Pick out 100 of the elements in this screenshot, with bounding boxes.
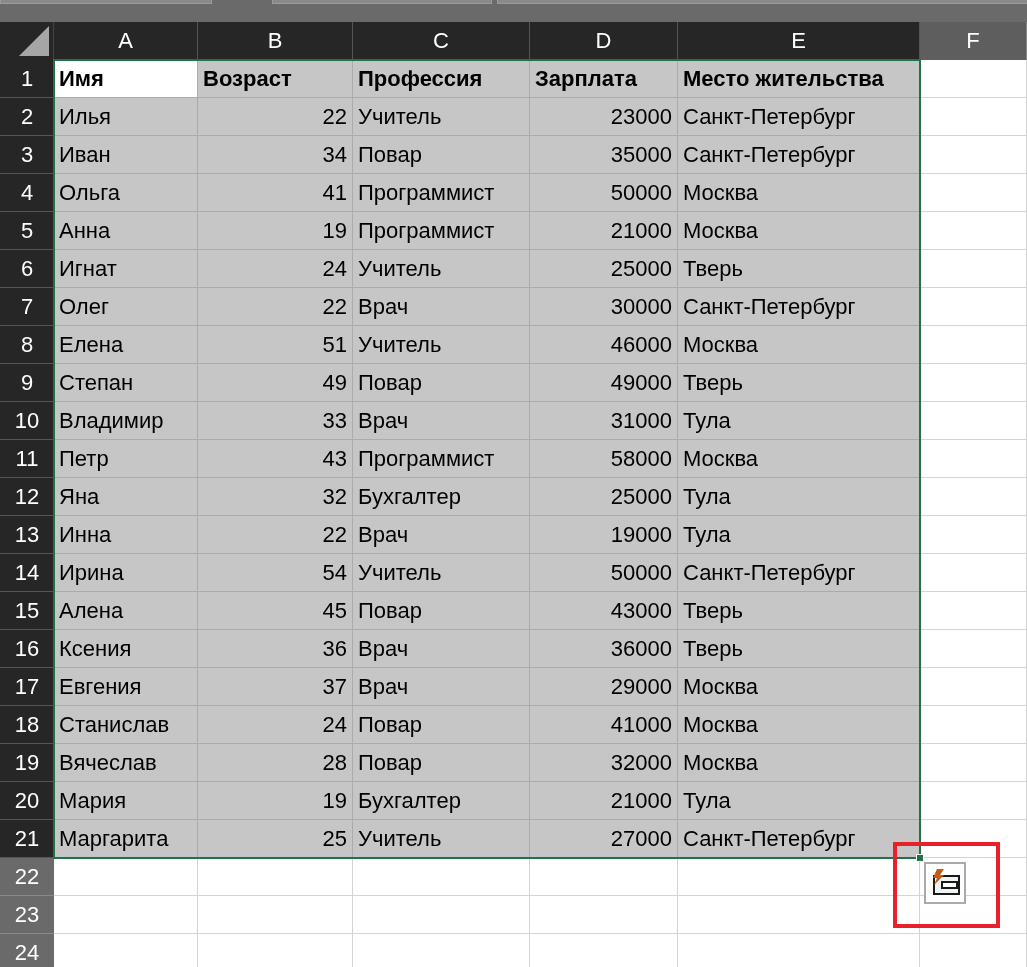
table-cell: Инна bbox=[54, 516, 198, 554]
table-cell: 25000 bbox=[530, 478, 678, 516]
table-cell: Тула bbox=[678, 782, 920, 820]
table-cell: Ольга bbox=[54, 174, 198, 212]
table-cell: Маргарита bbox=[54, 820, 198, 858]
table-cell: 50000 bbox=[530, 554, 678, 592]
row-header[interactable]: 12 bbox=[0, 478, 54, 516]
table-cell: 41000 bbox=[530, 706, 678, 744]
row-header[interactable]: 15 bbox=[0, 592, 54, 630]
row-header[interactable]: 1 bbox=[0, 60, 54, 98]
table-cell: Яна bbox=[54, 478, 198, 516]
column-header[interactable]: E bbox=[678, 22, 920, 60]
row-header[interactable]: 21 bbox=[0, 820, 54, 858]
table-cell: 30000 bbox=[530, 288, 678, 326]
table-cell: Вячеслав bbox=[54, 744, 198, 782]
table-cell: Елена bbox=[54, 326, 198, 364]
table-cell: Имя bbox=[54, 60, 198, 98]
table-cell: Тула bbox=[678, 402, 920, 440]
table-cell: 32000 bbox=[530, 744, 678, 782]
row-header[interactable]: 17 bbox=[0, 668, 54, 706]
table-cell: Москва bbox=[678, 212, 920, 250]
table-cell: Повар bbox=[353, 706, 530, 744]
table-cell: Тула bbox=[678, 478, 920, 516]
table-cell: Ксения bbox=[54, 630, 198, 668]
row-header[interactable]: 16 bbox=[0, 630, 54, 668]
row-header[interactable]: 3 bbox=[0, 136, 54, 174]
table-cell: Евгения bbox=[54, 668, 198, 706]
table-cell: Илья bbox=[54, 98, 198, 136]
table-cell: Зарплата bbox=[530, 60, 678, 98]
table-cell: Санкт-Петербург bbox=[678, 98, 920, 136]
column-header[interactable]: B bbox=[198, 22, 353, 60]
row-header[interactable]: 7 bbox=[0, 288, 54, 326]
row-header[interactable]: 24 bbox=[0, 934, 54, 967]
table-cell: Программист bbox=[353, 212, 530, 250]
table-cell: 58000 bbox=[530, 440, 678, 478]
table-cell: 24 bbox=[198, 706, 353, 744]
table-cell: Мария bbox=[54, 782, 198, 820]
table-cell: 33 bbox=[198, 402, 353, 440]
table-cell: 49 bbox=[198, 364, 353, 402]
table-cell: 43000 bbox=[530, 592, 678, 630]
table-cell: Профессия bbox=[353, 60, 530, 98]
table-cell: Программист bbox=[353, 440, 530, 478]
table-cell: Бухгалтер bbox=[353, 782, 530, 820]
table-cell: Москва bbox=[678, 706, 920, 744]
column-header[interactable]: D bbox=[530, 22, 678, 60]
table-cell: Ирина bbox=[54, 554, 198, 592]
table-cell: Врач bbox=[353, 288, 530, 326]
row-header[interactable]: 14 bbox=[0, 554, 54, 592]
input-field[interactable] bbox=[272, 0, 492, 4]
row-header[interactable]: 20 bbox=[0, 782, 54, 820]
select-all-button[interactable] bbox=[0, 22, 54, 60]
table-cell: 37 bbox=[198, 668, 353, 706]
table-cell: 29000 bbox=[530, 668, 678, 706]
table-cell: 51 bbox=[198, 326, 353, 364]
table-cell: Бухгалтер bbox=[353, 478, 530, 516]
row-header[interactable]: 22 bbox=[0, 858, 54, 896]
row-header[interactable]: 4 bbox=[0, 174, 54, 212]
table-cell: 24 bbox=[198, 250, 353, 288]
table-cell: 36000 bbox=[530, 630, 678, 668]
row-header[interactable]: 19 bbox=[0, 744, 54, 782]
table-cell: Санкт-Петербург bbox=[678, 136, 920, 174]
table-cell: 50000 bbox=[530, 174, 678, 212]
row-header[interactable]: 5 bbox=[0, 212, 54, 250]
table-cell: Анна bbox=[54, 212, 198, 250]
table-cell: Повар bbox=[353, 364, 530, 402]
table-cell: 46000 bbox=[530, 326, 678, 364]
table-cell: 32 bbox=[198, 478, 353, 516]
table-cell: 22 bbox=[198, 98, 353, 136]
input-field[interactable] bbox=[497, 0, 1027, 4]
row-header[interactable]: 13 bbox=[0, 516, 54, 554]
row-header[interactable]: 9 bbox=[0, 364, 54, 402]
column-header[interactable]: F bbox=[920, 22, 1027, 60]
row-header[interactable]: 11 bbox=[0, 440, 54, 478]
column-header[interactable]: A bbox=[54, 22, 198, 60]
table-cell: Тула bbox=[678, 516, 920, 554]
row-header[interactable]: 23 bbox=[0, 896, 54, 934]
table-cell: Москва bbox=[678, 326, 920, 364]
table-cell: Программист bbox=[353, 174, 530, 212]
table-cell: Тверь bbox=[678, 630, 920, 668]
table-cell: Алена bbox=[54, 592, 198, 630]
table-cell: Олег bbox=[54, 288, 198, 326]
table-cell: 21000 bbox=[530, 782, 678, 820]
row-header[interactable]: 6 bbox=[0, 250, 54, 288]
column-header[interactable]: C bbox=[353, 22, 530, 60]
fill-handle[interactable] bbox=[916, 854, 924, 862]
row-header[interactable]: 2 bbox=[0, 98, 54, 136]
row-header[interactable]: 8 bbox=[0, 326, 54, 364]
row-header[interactable]: 18 bbox=[0, 706, 54, 744]
input-field[interactable] bbox=[0, 0, 212, 4]
table-cell: 36 bbox=[198, 630, 353, 668]
table-cell: 54 bbox=[198, 554, 353, 592]
quick-analysis-button[interactable] bbox=[924, 862, 966, 904]
row-header[interactable]: 10 bbox=[0, 402, 54, 440]
table-cell: Учитель bbox=[353, 554, 530, 592]
table-cell: Учитель bbox=[353, 250, 530, 288]
triangle-icon bbox=[19, 26, 49, 56]
table-cell: 34 bbox=[198, 136, 353, 174]
table-cell: Тверь bbox=[678, 250, 920, 288]
table-cell: Повар bbox=[353, 744, 530, 782]
table-cell: Москва bbox=[678, 744, 920, 782]
